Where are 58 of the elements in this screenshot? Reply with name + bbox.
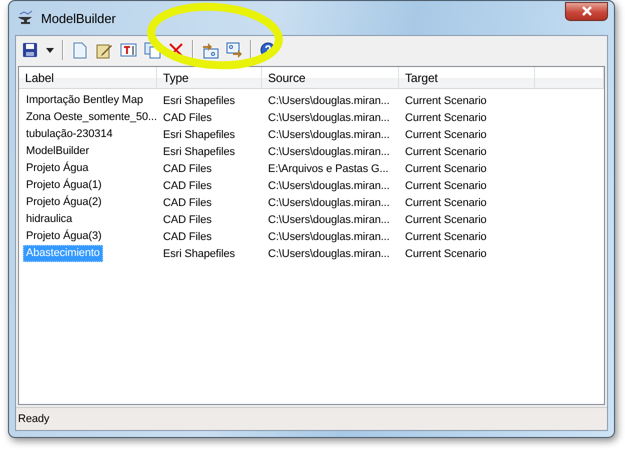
row-label[interactable]: hidraulica: [23, 211, 76, 228]
table-cell-text: C:\Users\douglas.miran...: [267, 230, 391, 242]
table-cell-text: Esri Shapefiles: [162, 248, 236, 260]
edit-icon: [96, 42, 112, 58]
table-cell-text: CAD Files: [162, 230, 213, 242]
status-text: Ready: [18, 413, 50, 425]
table-cell-text: Current Scenario: [404, 180, 488, 192]
row-label[interactable]: ModelBuilder: [23, 143, 92, 160]
row-label[interactable]: Projeto Água(3): [23, 228, 105, 245]
column-header-blank: [535, 67, 604, 89]
save-icon: [22, 42, 38, 58]
window-title: ModelBuilder: [41, 10, 117, 26]
rename-icon: [120, 42, 136, 58]
table-cell-text: C:\Users\douglas.miran...: [267, 128, 391, 140]
table-cell-text: Current Scenario: [404, 112, 488, 124]
table-cell-text: Esri Shapefiles: [162, 128, 236, 140]
table-cell-text: C:\Users\douglas.miran...: [267, 180, 391, 192]
close-icon: [580, 6, 592, 16]
table-cell-text: C:\Users\douglas.miran...: [267, 112, 391, 124]
table-cell-text: CAD Files: [162, 162, 213, 174]
table-cell-text: Esri Shapefiles: [162, 146, 236, 158]
row-label[interactable]: Importação Bentley Map: [23, 92, 146, 109]
delete-icon: [168, 42, 184, 58]
table-cell-text: Current Scenario: [404, 162, 488, 174]
row-label[interactable]: Zona Oeste_somente_50...: [23, 109, 160, 126]
close-button[interactable]: [565, 2, 608, 20]
caret-icon: [46, 48, 54, 52]
export-icon: [226, 42, 242, 58]
row-label[interactable]: tubulação-230314: [23, 126, 116, 143]
table-cell-text: CAD Files: [162, 180, 213, 192]
anvil-icon: [17, 10, 35, 26]
table-cell-text: Current Scenario: [404, 214, 488, 226]
table-cell-text: Current Scenario: [404, 230, 488, 242]
table-cell-text: Esri Shapefiles: [162, 94, 236, 106]
table-cell-text: C:\Users\douglas.miran...: [267, 214, 391, 226]
table-cell-text: Current Scenario: [404, 196, 488, 208]
column-header[interactable]: Label: [19, 67, 157, 89]
table-cell-text: CAD Files: [162, 112, 213, 124]
table-cell-text: Current Scenario: [404, 128, 488, 140]
column-header[interactable]: Target: [399, 67, 535, 89]
column-header[interactable]: Type: [157, 67, 262, 89]
row-label[interactable]: Projeto Água: [23, 160, 92, 177]
table-cell-text: C:\Users\douglas.miran...: [267, 248, 391, 260]
table-cell-text: Current Scenario: [404, 248, 488, 260]
table-cell-text: Current Scenario: [404, 94, 488, 106]
import-icon: [202, 42, 218, 58]
table-cell-text: CAD Files: [162, 214, 213, 226]
table-cell-text: CAD Files: [162, 196, 213, 208]
table-cell-text: C:\Users\douglas.miran...: [267, 94, 391, 106]
table-cell-text: C:\Users\douglas.miran...: [267, 196, 391, 208]
document-icon: [73, 42, 87, 58]
column-header[interactable]: Source: [262, 67, 399, 89]
table-cell-text: E:\Arquivos e Pastas G...: [267, 162, 390, 174]
table-cell-text: C:\Users\douglas.miran...: [267, 146, 391, 158]
row-label[interactable]: Projeto Água(1): [23, 177, 105, 194]
row-label[interactable]: Projeto Água(2): [23, 194, 105, 211]
copy-icon: [144, 42, 160, 58]
table-cell-text: Current Scenario: [404, 146, 488, 158]
